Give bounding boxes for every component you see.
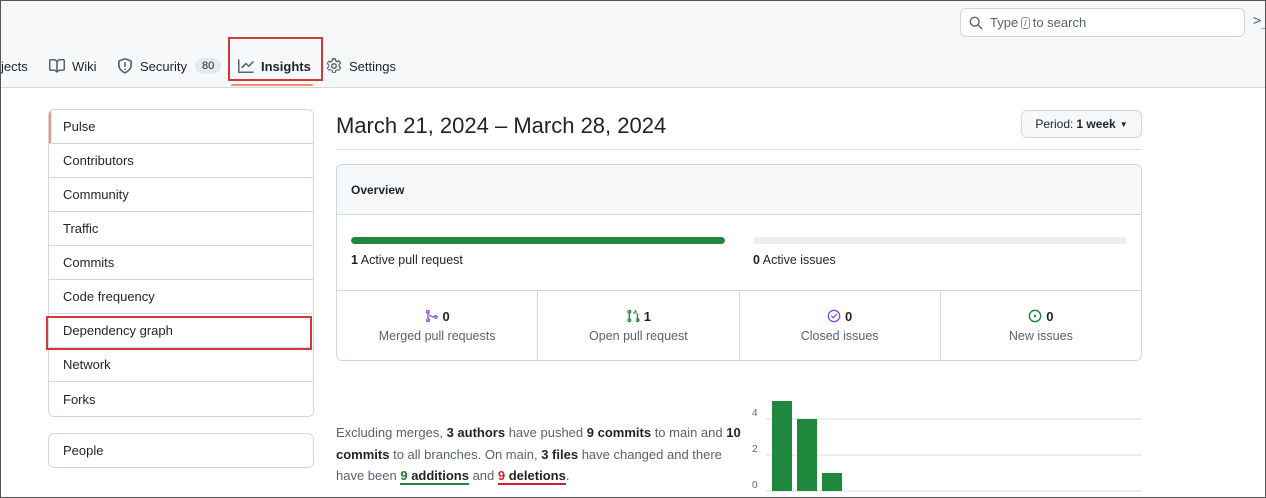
search-icon [969, 16, 983, 29]
stat-closed-issues[interactable]: 0 Closed issues [740, 291, 941, 360]
period-select-button[interactable]: Period: 1 week ▼ [1021, 110, 1142, 138]
new-issues-label: New issues [1008, 328, 1073, 343]
tab-projects[interactable]: jects [1, 49, 28, 83]
sidebar-item-forks[interactable]: Forks [49, 382, 313, 416]
stat-new-issues[interactable]: 0 New issues [941, 291, 1141, 360]
tab-insights[interactable]: Insights [238, 49, 311, 83]
repo-header: Type / to search >_ jects Wiki Security … [1, 1, 1266, 88]
stat-merged-pull-requests[interactable]: 0 Merged pull requests [337, 291, 539, 360]
overview-stats: 0 Merged pull requests 1 Open pull reque… [337, 291, 1141, 360]
pull-request-progress-bar [351, 237, 725, 244]
sidebar-item-dependency-graph[interactable]: Dependency graph [49, 314, 313, 348]
tab-settings-label: Settings [349, 58, 396, 74]
active-pull-requests-link[interactable]: 1 Active pull request [351, 253, 463, 267]
period-label: Period: [1035, 117, 1074, 131]
merged-label: Merged pull requests [378, 328, 496, 343]
chart-y-tick-label: 0 [752, 480, 758, 491]
merged-count: 0 [442, 308, 450, 324]
commits-by-author-chart: 4 2 0 [752, 401, 1142, 492]
chart-y-tick-label: 2 [752, 444, 758, 455]
closed-issues-label: Closed issues [800, 328, 879, 343]
commit-summary-text: Excluding merges, 3 authors have pushed … [336, 425, 741, 485]
insights-sidebar-menu: Pulse Contributors Community Traffic Com… [48, 109, 314, 417]
tab-projects-label: jects [1, 58, 28, 74]
search-placeholder: Type / to search [990, 15, 1087, 30]
search-input[interactable]: Type / to search [960, 8, 1245, 37]
additions-count: 9 additions [400, 468, 469, 485]
sidebar-item-traffic[interactable]: Traffic [49, 212, 313, 246]
issue-closed-icon [827, 309, 841, 323]
tab-insights-label: Insights [261, 58, 311, 74]
chart-bar[interactable] [772, 401, 792, 491]
pull-request-progress-fill [351, 237, 725, 244]
stat-open-pull-request[interactable]: 1 Open pull request [538, 291, 740, 360]
chart-y-tick-label: 4 [752, 408, 758, 419]
tab-settings[interactable]: Settings [326, 49, 396, 83]
tab-wiki-label: Wiki [72, 58, 97, 74]
open-pr-count: 1 [643, 308, 651, 324]
sidebar-item-pulse[interactable]: Pulse [49, 110, 313, 144]
caret-down-icon: ▼ [1119, 119, 1128, 129]
security-counter-badge: 80 [194, 58, 222, 74]
tab-security-label: Security [140, 58, 187, 74]
gear-icon [326, 58, 342, 73]
chart-bar[interactable] [797, 419, 817, 491]
new-issues-count: 0 [1046, 308, 1054, 324]
commits-main-count: 9 commits [586, 425, 652, 440]
open-pr-label: Open pull request [589, 328, 688, 343]
issues-progress-bar [753, 237, 1127, 244]
sidebar-item-community[interactable]: Community [49, 178, 313, 212]
git-pull-request-icon [627, 309, 640, 323]
sidebar-item-network[interactable]: Network [49, 348, 313, 382]
tab-security[interactable]: Security 80 [117, 49, 222, 83]
sidebar-item-code-frequency[interactable]: Code frequency [49, 280, 313, 314]
files-changed-count: 3 files [541, 446, 579, 462]
graph-icon [238, 59, 254, 73]
shield-icon [118, 58, 132, 74]
overview-panel: Overview 1 Active pull request 0 Active … [336, 164, 1142, 361]
command-palette-icon[interactable]: >_ [1253, 13, 1266, 29]
book-icon [49, 59, 65, 73]
sidebar-item-people[interactable]: People [48, 433, 314, 468]
activity-bars: 1 Active pull request 0 Active issues [337, 215, 1141, 291]
heading-divider [336, 149, 1142, 150]
issue-opened-icon [1028, 309, 1042, 323]
page-title: March 21, 2024 – March 28, 2024 [336, 113, 667, 138]
git-merge-icon [425, 309, 438, 323]
overview-title: Overview [337, 165, 1141, 215]
chart-bar[interactable] [822, 473, 842, 491]
sidebar-item-commits[interactable]: Commits [49, 246, 313, 280]
authors-count-link[interactable]: 3 authors [447, 425, 506, 440]
sidebar-item-contributors[interactable]: Contributors [49, 144, 313, 178]
period-value: 1 week [1076, 117, 1116, 131]
search-shortcut-key: / [1021, 16, 1030, 29]
tab-wiki[interactable]: Wiki [49, 49, 97, 83]
deletions-count: 9 deletions [497, 468, 566, 485]
closed-issues-count: 0 [845, 308, 853, 324]
selected-tab-indicator [231, 84, 313, 86]
active-issues-link[interactable]: 0 Active issues [753, 253, 836, 267]
